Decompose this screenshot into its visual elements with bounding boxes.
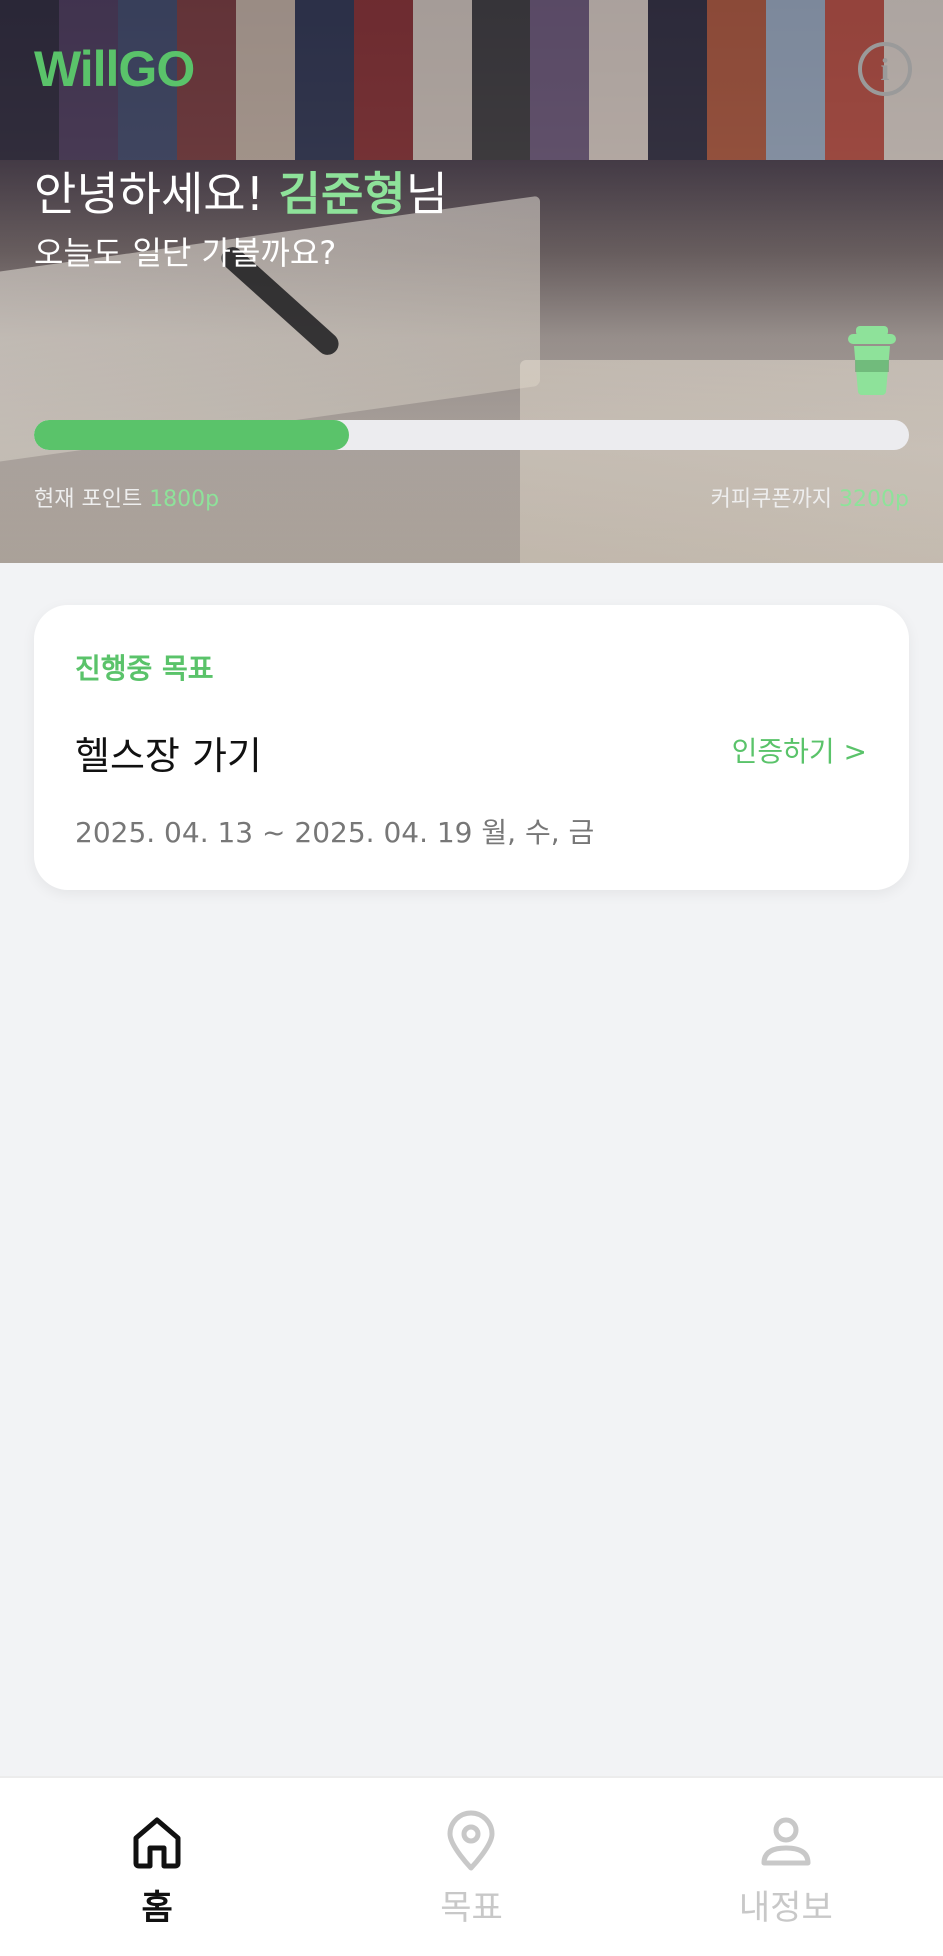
verify-button[interactable]: 인증하기 > [732, 730, 867, 770]
sub-greeting: 오늘도 일단 가볼까요? [34, 234, 337, 272]
app-logo: WillGO [34, 41, 195, 97]
nav-label-profile: 내정보 [738, 1888, 833, 1928]
nav-label-home: 홈 [141, 1888, 173, 1928]
current-points-label: 현재 포인트 [34, 487, 150, 512]
current-points: 현재 포인트 1800p [34, 481, 219, 513]
greeting: 안녕하세요! 김준형님 [34, 158, 448, 224]
bottom-nav: 홈 목표 내정보 [0, 1776, 943, 1956]
location-pin-icon [447, 1810, 495, 1871]
nav-label-goals: 목표 [440, 1888, 503, 1928]
coupon-remaining-label: 커피쿠폰까지 [710, 487, 840, 512]
nav-item-home[interactable]: 홈 [0, 1778, 314, 1956]
current-points-value: 1800p [149, 487, 220, 512]
home-icon [133, 1817, 181, 1869]
goal-date-range: 2025. 04. 13 ~ 2025. 04. 19 월, 수, 금 [75, 816, 595, 849]
goal-title: 헬스장 가기 [75, 734, 262, 778]
user-name: 김준형 [278, 167, 406, 221]
greeting-prefix: 안녕하세요! [34, 167, 279, 221]
coupon-remaining-value: 3200p [839, 487, 909, 512]
nav-item-goals[interactable]: 목표 [314, 1778, 628, 1956]
points-progress-bar [34, 420, 909, 450]
user-icon [761, 1817, 811, 1866]
coffee-cup-icon [848, 326, 896, 395]
goal-status-tag: 진행중 목표 [75, 652, 214, 685]
greeting-suffix: 님 [405, 167, 448, 221]
points-progress-fill [34, 420, 349, 450]
coupon-remaining: 커피쿠폰까지 3200p [711, 481, 909, 513]
goal-card[interactable]: 진행중 목표 헬스장 가기 인증하기 > 2025. 04. 13 ~ 2025… [34, 605, 909, 890]
info-icon[interactable]: i [858, 42, 912, 96]
nav-item-profile[interactable]: 내정보 [629, 1778, 943, 1956]
hero-banner: WillGO i 안녕하세요! 김준형님 오늘도 일단 가볼까요? 현재 포인트… [0, 0, 943, 563]
